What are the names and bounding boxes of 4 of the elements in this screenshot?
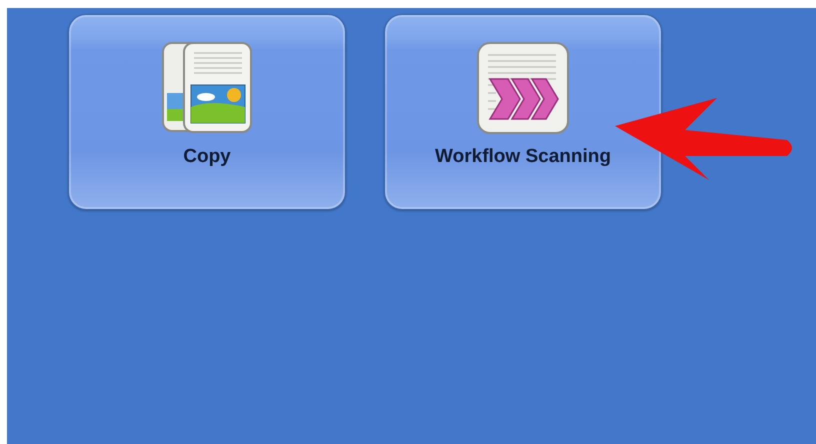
scan-tile[interactable]: Workflow Scanning — [384, 14, 662, 210]
copy-documents-icon — [160, 41, 254, 135]
scan-document-icon — [476, 41, 570, 135]
copy-tile[interactable]: Copy — [68, 14, 346, 210]
